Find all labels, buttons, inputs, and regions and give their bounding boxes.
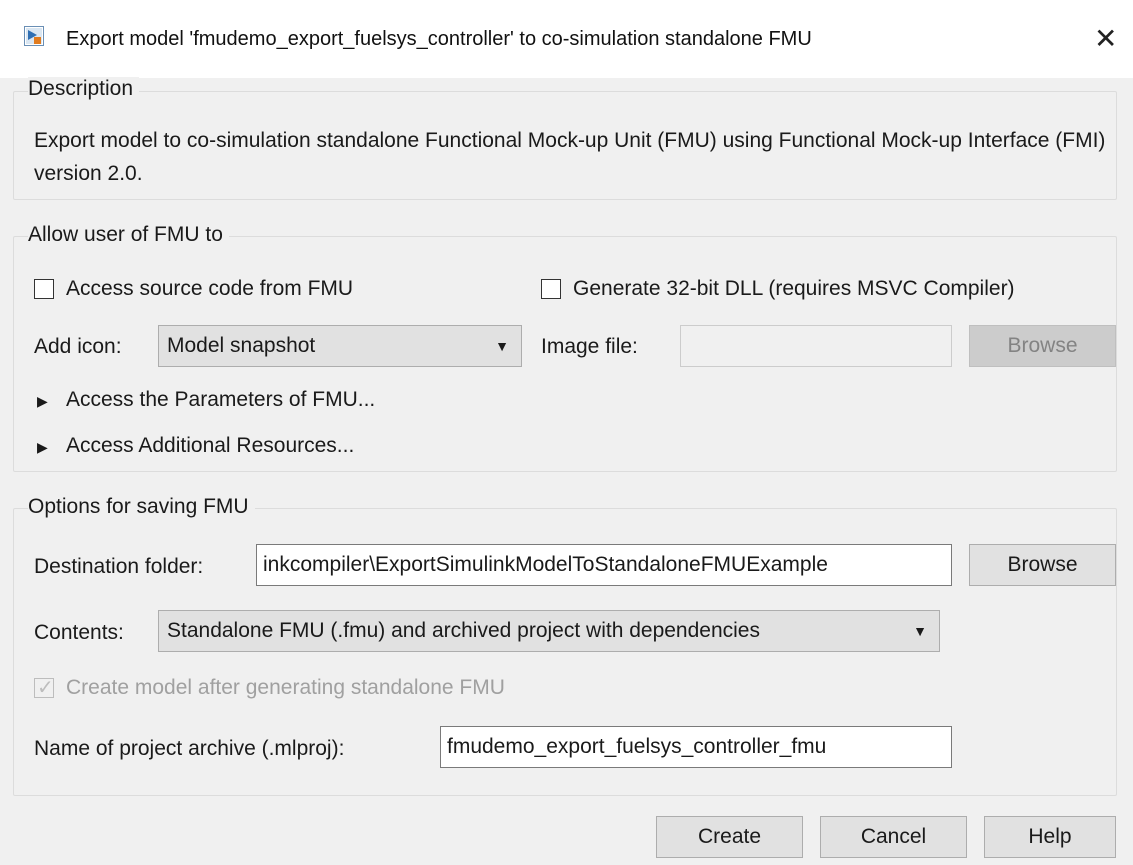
archive-name-input[interactable]: fmudemo_export_fuelsys_controller_fmu — [440, 726, 952, 768]
cancel-button[interactable]: Cancel — [820, 816, 967, 858]
contents-label: Contents: — [34, 621, 124, 644]
allow-user-legend: Allow user of FMU to — [28, 223, 229, 247]
generate-32bit-label: Generate 32-bit DLL (requires MSVC Compi… — [573, 277, 1015, 300]
destination-browse-button[interactable]: Browse — [969, 544, 1116, 586]
image-file-label: Image file: — [541, 335, 638, 358]
checkmark-icon: ✓ — [37, 677, 54, 699]
create-model-label: Create model after generating standalone… — [66, 676, 505, 699]
chevron-down-icon: ▼ — [495, 338, 509, 354]
saving-options-legend: Options for saving FMU — [28, 495, 255, 519]
destination-folder-input[interactable]: inkcompiler\ExportSimulinkModelToStandal… — [256, 544, 952, 586]
help-button[interactable]: Help — [984, 816, 1116, 858]
close-icon[interactable]: ✕ — [1094, 22, 1117, 55]
contents-dropdown[interactable]: Standalone FMU (.fmu) and archived proje… — [158, 610, 940, 652]
add-icon-value: Model snapshot — [167, 334, 316, 357]
simulink-app-icon — [24, 26, 44, 46]
access-source-label: Access source code from FMU — [66, 277, 354, 300]
generate-32bit-checkbox[interactable] — [541, 279, 561, 299]
description-legend: Description — [28, 77, 140, 101]
create-model-checkbox[interactable]: ✓ — [34, 677, 54, 699]
add-icon-dropdown[interactable]: Model snapshot ▼ — [158, 325, 522, 367]
image-file-input[interactable] — [680, 325, 952, 367]
chevron-down-icon: ▼ — [913, 623, 927, 639]
expand-triangle-icon[interactable]: ▶ — [37, 393, 48, 410]
parameters-expander[interactable]: Access the Parameters of FMU... — [66, 388, 375, 412]
destination-folder-label: Destination folder: — [34, 555, 204, 578]
window-title: Export model 'fmudemo_export_fuelsys_con… — [66, 28, 812, 50]
resources-expander[interactable]: Access Additional Resources... — [66, 434, 354, 458]
description-text: Export model to co-simulation standalone… — [34, 129, 1106, 185]
expand-triangle-icon[interactable]: ▶ — [37, 439, 48, 456]
contents-value: Standalone FMU (.fmu) and archived proje… — [167, 619, 760, 642]
archive-name-label: Name of project archive (.mlproj): — [34, 737, 345, 760]
add-icon-label: Add icon: — [34, 335, 122, 358]
access-source-checkbox[interactable] — [34, 279, 54, 299]
create-button[interactable]: Create — [656, 816, 803, 858]
image-browse-button[interactable]: Browse — [969, 325, 1116, 367]
